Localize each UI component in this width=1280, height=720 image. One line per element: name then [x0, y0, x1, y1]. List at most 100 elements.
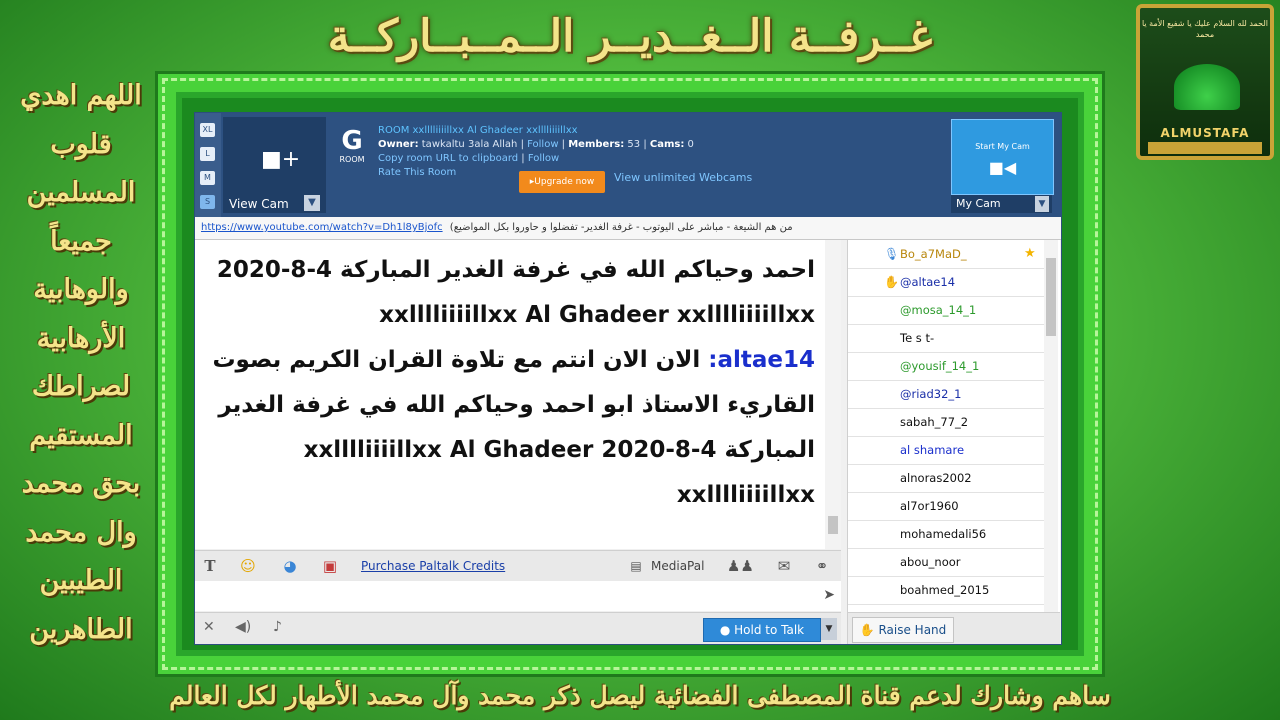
message-input[interactable]: ➤: [195, 581, 841, 611]
user-name: al7or1960: [900, 499, 959, 513]
link-icon[interactable]: ⚭: [811, 555, 833, 577]
copy-url-link[interactable]: Copy room URL to clipboard: [378, 153, 518, 164]
user-list-item[interactable]: al7or1960: [848, 492, 1044, 521]
user-name: @yousif_14_1: [900, 359, 980, 373]
user-name: sabah_77_2: [900, 415, 969, 429]
user-list-item[interactable]: 🎙 Bo_a7MaD_ ★: [848, 240, 1044, 269]
size-l-button[interactable]: L: [200, 147, 215, 161]
room-badge-letter: G: [341, 126, 363, 156]
side-line: وال محمد: [25, 516, 137, 548]
logo-bar: [1148, 142, 1262, 154]
chat-toolbar: T ☺ ◕ ▣ Purchase Paltalk Credits ▤ Media…: [195, 550, 841, 582]
bottom-banner-text: ساهم وشارك لدعم قناة المصطفى الفضائية لي…: [169, 681, 1111, 710]
user-list-item[interactable]: mohamedali56: [848, 520, 1044, 549]
user-name: @riad32_1: [900, 387, 962, 401]
star-icon: ★: [1024, 246, 1036, 261]
size-xl-button[interactable]: XL: [200, 123, 215, 137]
start-cam-label: Start My Cam: [975, 142, 1030, 151]
user-list-item[interactable]: sabah_77_2: [848, 408, 1044, 437]
hold-to-talk-button[interactable]: ● Hold to Talk: [703, 618, 821, 642]
room-title: ROOM xxlllliiiillxx Al Ghadeer xxlllliii…: [378, 125, 578, 136]
side-line: الطيبين: [39, 565, 123, 596]
side-line: قلوب: [50, 128, 112, 160]
user-list-item[interactable]: al shamare: [848, 436, 1044, 465]
mic-icon: ●: [719, 623, 735, 637]
video-camera-icon: ■◀: [988, 158, 1017, 177]
chevron-down-icon[interactable]: ▼: [1035, 196, 1049, 212]
chat-nickname[interactable]: altae14:: [708, 347, 815, 373]
raise-hand-button[interactable]: ✋ Raise Hand: [852, 617, 954, 643]
logo-name: ALMUSTAFA: [1160, 126, 1250, 140]
user-list-item[interactable]: @yousif_14_1: [848, 352, 1044, 381]
gift-icon[interactable]: ▣: [319, 555, 341, 577]
user-list-item[interactable]: abou_noor: [848, 548, 1044, 577]
size-m-button[interactable]: M: [200, 171, 215, 185]
mediapal-icon[interactable]: ▤: [625, 555, 647, 577]
user-list-item[interactable]: @riad32_1: [848, 380, 1044, 409]
logo-text: الحمد لله السلام عليك يا شفيع الأمة يا م…: [1141, 19, 1269, 39]
owner-label: Owner:: [378, 139, 419, 150]
user-name: Bo_a7MaD_: [900, 247, 967, 261]
my-cam-selector[interactable]: My Cam ▼: [951, 195, 1052, 213]
side-line: المسلمين: [26, 177, 136, 208]
view-cam-dropdown[interactable]: ▼: [304, 195, 320, 211]
side-line: والوهابية: [33, 274, 129, 305]
side-line: بحق محمد: [21, 468, 141, 499]
size-s-button[interactable]: S: [200, 195, 215, 209]
chat-scrollbar[interactable]: [825, 240, 841, 549]
hand-icon: ✋: [859, 623, 879, 637]
cams-count: 0: [687, 139, 694, 150]
chat-messages: احمد وحياكم الله في غرفة الغدير المباركة…: [195, 240, 841, 549]
users-icon[interactable]: ♟♟: [727, 555, 754, 577]
view-cam-label: View Cam: [229, 197, 289, 211]
side-prayer-text: اللهم اهدي قلوب المسلمين جميعاً والوهابية الأ…: [6, 72, 156, 654]
audio-controls: ✕ ◀) ♪ ● Hold to Talk ▼: [195, 612, 841, 644]
user-list-item[interactable]: ✋ @altae14: [848, 268, 1044, 297]
mediapal-button[interactable]: MediaPal: [651, 559, 704, 573]
user-list-item[interactable]: @mosa_14_1: [848, 296, 1044, 325]
cams-label: Cams:: [649, 139, 685, 150]
user-name: abou_noor: [900, 555, 961, 569]
view-cam-panel[interactable]: ■+ View Cam ▼: [223, 117, 326, 213]
start-my-cam-button[interactable]: Start My Cam ■◀: [951, 119, 1054, 195]
mic-icon[interactable]: ♪: [273, 619, 282, 635]
user-list-scroll-thumb[interactable]: [1046, 258, 1056, 336]
user-list-scrollbar[interactable]: [1044, 240, 1058, 612]
room-topic-bar: https://www.youtube.com/watch?v=Dh1l8yBj…: [195, 217, 1061, 240]
members-count: 53: [627, 139, 641, 150]
purchase-credits-link[interactable]: Purchase Paltalk Credits: [361, 559, 505, 573]
user-list-item[interactable]: alnoras2002: [848, 464, 1044, 493]
hand-icon: ✋: [884, 275, 899, 289]
view-unlimited-webcams-link[interactable]: View unlimited Webcams: [614, 171, 752, 184]
dome-icon: [1174, 64, 1240, 110]
user-name: Te s t-: [900, 331, 935, 345]
chat-message-1: احمد وحياكم الله في غرفة الغدير المباركة…: [208, 257, 815, 328]
follow-link-2[interactable]: Follow: [528, 153, 559, 164]
user-list-item[interactable]: Te s t-: [848, 324, 1044, 353]
raise-hand-label: Raise Hand: [878, 623, 947, 637]
video-size-buttons: XL L M S: [195, 113, 221, 217]
user-name: @altae14: [900, 275, 956, 289]
user-list: 🎙 Bo_a7MaD_ ★ ✋ @altae14 @mosa_14_1 Te s t- @yo…: [847, 240, 1060, 612]
user-name: mohamedali56: [900, 527, 987, 541]
upgrade-button[interactable]: ▸Upgrade now: [519, 171, 605, 193]
mail-icon[interactable]: ✉: [773, 555, 795, 577]
raise-hand-row: ✋ Raise Hand: [847, 612, 1060, 644]
emoji-icon[interactable]: ☺: [237, 555, 259, 577]
follow-link[interactable]: Follow: [527, 139, 558, 150]
text-format-icon[interactable]: T: [199, 555, 221, 577]
send-icon[interactable]: ➤: [823, 587, 835, 603]
speaker-icon[interactable]: ◀): [235, 619, 251, 635]
chat-scroll-thumb[interactable]: [828, 516, 838, 534]
members-label: Members:: [568, 139, 625, 150]
side-line: الأرهابية: [36, 322, 126, 354]
user-name: al shamare: [900, 443, 965, 457]
side-line: جميعاً: [50, 225, 112, 257]
user-list-item[interactable]: boahmed_2015: [848, 576, 1044, 605]
sticker-icon[interactable]: ◕: [279, 555, 301, 577]
talk-options-dropdown[interactable]: ▼: [821, 618, 837, 640]
chat-text: احمد وحياكم الله في غرفة الغدير المباركة…: [199, 248, 815, 518]
channel-logo: الحمد لله السلام عليك يا شفيع الأمة يا م…: [1136, 4, 1274, 160]
mute-mic-icon[interactable]: ✕: [203, 619, 215, 635]
topic-url-link[interactable]: https://www.youtube.com/watch?v=Dh1l8yBj…: [201, 222, 443, 233]
